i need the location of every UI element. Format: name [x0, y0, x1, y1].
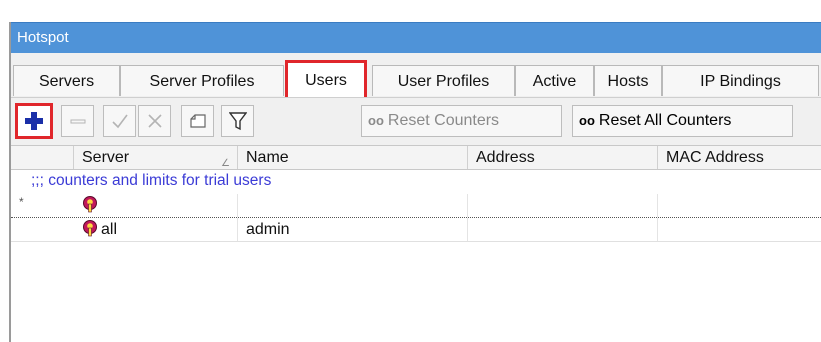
tab-ip-bindings[interactable]: IP Bindings: [662, 65, 819, 96]
enable-button[interactable]: [103, 105, 136, 137]
toolbar: oo Reset Counters oo Reset All Counters: [11, 97, 821, 145]
check-icon: [111, 114, 128, 129]
tab-server-profiles[interactable]: Server Profiles: [120, 65, 284, 96]
add-button[interactable]: [15, 103, 53, 139]
minus-icon: [70, 119, 85, 124]
cell-mac-address: [658, 218, 821, 241]
table-row[interactable]: all admin: [11, 218, 821, 242]
reset-all-counters-button[interactable]: oo Reset All Counters: [572, 105, 793, 137]
reset-all-counters-label: Reset All Counters: [598, 112, 732, 129]
hotspot-window: Hotspot Servers Server Profiles Users Us…: [9, 22, 821, 342]
cell-mac-address: [658, 194, 821, 217]
tab-servers[interactable]: Servers: [13, 65, 120, 96]
header-mac-address[interactable]: MAC Address: [658, 146, 821, 169]
comment-button[interactable]: [181, 105, 214, 137]
comment-row[interactable]: ;;; counters and limits for trial users: [11, 170, 821, 194]
cell-server: all: [74, 218, 238, 241]
window-titlebar[interactable]: Hotspot: [11, 22, 821, 53]
remove-button[interactable]: [61, 105, 94, 137]
tab-bar: Servers Server Profiles Users User Profi…: [11, 53, 821, 97]
user-icon: [83, 220, 97, 237]
cell-address: [468, 218, 658, 241]
header-flags[interactable]: [11, 146, 74, 169]
header-name[interactable]: Name: [238, 146, 468, 169]
reset-counters-button[interactable]: oo Reset Counters: [361, 105, 562, 137]
cell-name: admin: [238, 218, 468, 241]
server-value: all: [101, 221, 118, 238]
header-server[interactable]: Server ∠: [74, 146, 238, 169]
cell-server: [74, 194, 238, 217]
table-header: Server ∠ Name Address MAC Address: [11, 146, 821, 170]
window-title: Hotspot: [17, 29, 69, 46]
table-row[interactable]: *: [11, 194, 821, 218]
header-server-label: Server: [82, 149, 130, 166]
cell-name: [238, 194, 468, 217]
plus-icon: [25, 112, 43, 130]
users-table: Server ∠ Name Address MAC Address ;;; co…: [11, 145, 821, 342]
note-icon: [189, 114, 206, 128]
header-address[interactable]: Address: [468, 146, 658, 169]
counters-icon: oo: [579, 113, 595, 128]
filter-icon: [228, 112, 247, 131]
row-flag: *: [19, 195, 24, 209]
x-icon: [147, 114, 162, 128]
counters-icon: oo: [368, 113, 384, 128]
user-icon: [83, 196, 97, 213]
cell-address: [468, 194, 658, 217]
tab-users[interactable]: Users: [285, 60, 367, 97]
tab-hosts[interactable]: Hosts: [594, 65, 662, 96]
tab-user-profiles[interactable]: User Profiles: [372, 65, 515, 96]
reset-counters-label: Reset Counters: [387, 112, 500, 129]
disable-button[interactable]: [138, 105, 171, 137]
filter-button[interactable]: [221, 105, 254, 137]
tab-active[interactable]: Active: [515, 65, 594, 96]
